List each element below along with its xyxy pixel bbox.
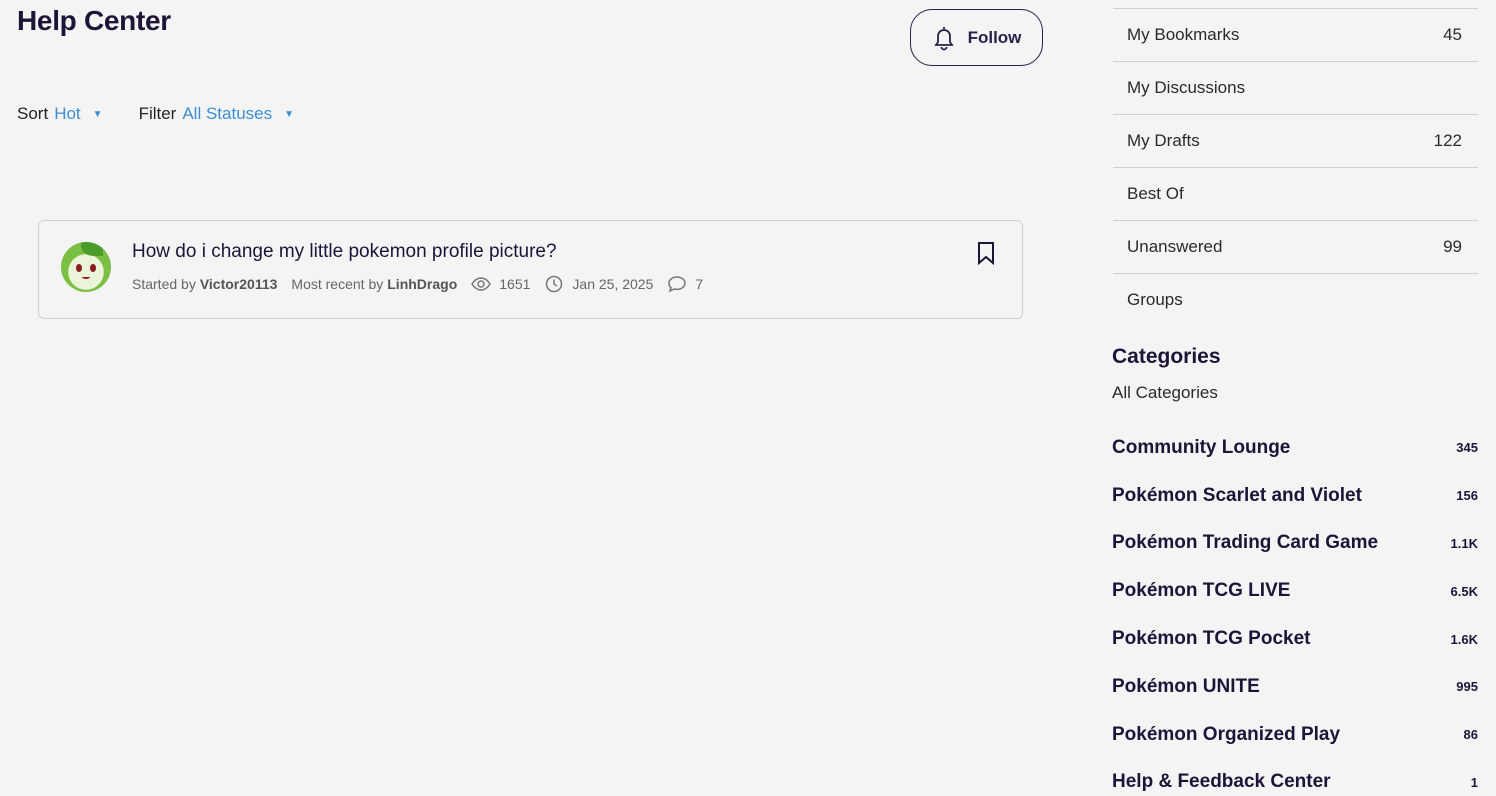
filter-label: Filter [138, 104, 177, 123]
sidebar-item-label: Groups [1127, 289, 1183, 309]
sidebar-item-groups[interactable]: Groups [1113, 273, 1478, 325]
filter-value: All Statuses [182, 104, 273, 123]
page-title: Help Center [17, 5, 171, 36]
category-name: Pokémon Trading Card Game [1112, 532, 1379, 554]
category-count: 6.5K [1450, 583, 1478, 599]
category-count: 995 [1456, 679, 1478, 695]
sidebar-item-label: Best Of [1127, 184, 1184, 203]
bell-icon [933, 26, 954, 50]
sidebar-item-count: 45 [1443, 25, 1462, 44]
category-name: Pokémon Organized Play [1112, 723, 1341, 745]
sidebar-item-label: My Drafts [1127, 131, 1200, 150]
category-item[interactable]: Community Lounge 345 [1112, 424, 1478, 472]
category-list: Community Lounge 345 Pokémon Scarlet and… [1112, 424, 1478, 796]
sidebar-item-count: 122 [1433, 131, 1462, 150]
views-count: 1651 [499, 276, 531, 292]
sidebar-item-count: 99 [1443, 237, 1462, 256]
caret-down-icon: ▼ [284, 108, 295, 120]
sort-filter-bar: Sort Hot ▼ Filter All Statuses ▼ [17, 104, 294, 124]
clock-icon [546, 275, 563, 293]
discussion-card: How do i change my little pokemon profil… [38, 220, 1023, 319]
category-item[interactable]: Pokémon TCG LIVE 6.5K [1112, 567, 1478, 615]
sidebar-item-label: Unanswered [1127, 237, 1223, 256]
bookmark-icon[interactable] [976, 241, 996, 265]
categories-heading: Categories [1112, 345, 1221, 368]
sidebar-item-drafts[interactable]: My Drafts 122 [1113, 114, 1478, 167]
category-name: Help & Feedback Center [1112, 771, 1331, 793]
category-count: 156 [1456, 488, 1478, 504]
recent-author-link[interactable]: LinhDrago [387, 276, 457, 292]
filter-dropdown[interactable]: Filter All Statuses ▼ [139, 104, 294, 124]
sort-label: Sort [17, 104, 49, 123]
category-item[interactable]: Pokémon Scarlet and Violet 156 [1112, 472, 1478, 520]
category-item[interactable]: Pokémon Organized Play 86 [1112, 711, 1478, 759]
category-name: Pokémon TCG LIVE [1112, 580, 1291, 602]
last-activity-date: Jan 25, 2025 [572, 276, 654, 292]
discussion-title[interactable]: How do i change my little pokemon profil… [132, 241, 557, 263]
follow-button[interactable]: Follow [910, 9, 1043, 66]
sort-value: Hot [54, 104, 81, 123]
recent-by-label: Most recent by [291, 276, 384, 292]
avatar[interactable] [61, 242, 111, 292]
comment-icon [668, 276, 687, 293]
category-name: Pokémon TCG Pocket [1112, 628, 1311, 650]
category-item[interactable]: Pokémon Trading Card Game 1.1K [1112, 520, 1478, 568]
follow-label: Follow [967, 27, 1022, 47]
caret-down-icon: ▼ [92, 108, 103, 120]
category-name: Pokémon UNITE [1112, 675, 1260, 697]
discussion-meta: Started by Victor20113 Most recent by Li… [132, 275, 717, 293]
author-link[interactable]: Victor20113 [200, 276, 278, 292]
sidebar-item-label: My Discussions [1127, 78, 1246, 97]
comments-metric: 7 [667, 275, 703, 293]
category-count: 86 [1463, 727, 1478, 743]
category-item[interactable]: Pokémon UNITE 995 [1112, 663, 1478, 711]
sidebar-item-bookmarks[interactable]: My Bookmarks 45 [1113, 8, 1478, 61]
category-item[interactable]: Help & Feedback Center 1 [1112, 759, 1478, 796]
category-name: Pokémon Scarlet and Violet [1112, 484, 1362, 506]
category-count: 1 [1470, 774, 1478, 790]
sidebar-item-best-of[interactable]: Best Of [1113, 167, 1478, 220]
sidebar-item-discussions[interactable]: My Discussions [1113, 61, 1478, 114]
category-count: 1.6K [1450, 631, 1478, 647]
category-count: 345 [1456, 440, 1478, 456]
sidebar-item-unanswered[interactable]: Unanswered 99 [1113, 220, 1478, 273]
sidebar-item-label: My Bookmarks [1127, 25, 1240, 44]
sort-dropdown[interactable]: Sort Hot ▼ [17, 104, 103, 124]
sidebar-quick-links: My Bookmarks 45 My Discussions My Drafts… [1113, 8, 1478, 325]
category-item[interactable]: Pokémon TCG Pocket 1.6K [1112, 615, 1478, 663]
eye-icon [471, 277, 492, 291]
date-metric: Jan 25, 2025 [544, 275, 653, 293]
views-metric: 1651 [471, 275, 530, 293]
category-name: Community Lounge [1112, 436, 1291, 458]
category-count: 1.1K [1450, 535, 1478, 551]
comments-count: 7 [695, 276, 704, 292]
all-categories-link[interactable]: All Categories [1112, 383, 1218, 403]
started-by-label: Started by [132, 276, 196, 292]
